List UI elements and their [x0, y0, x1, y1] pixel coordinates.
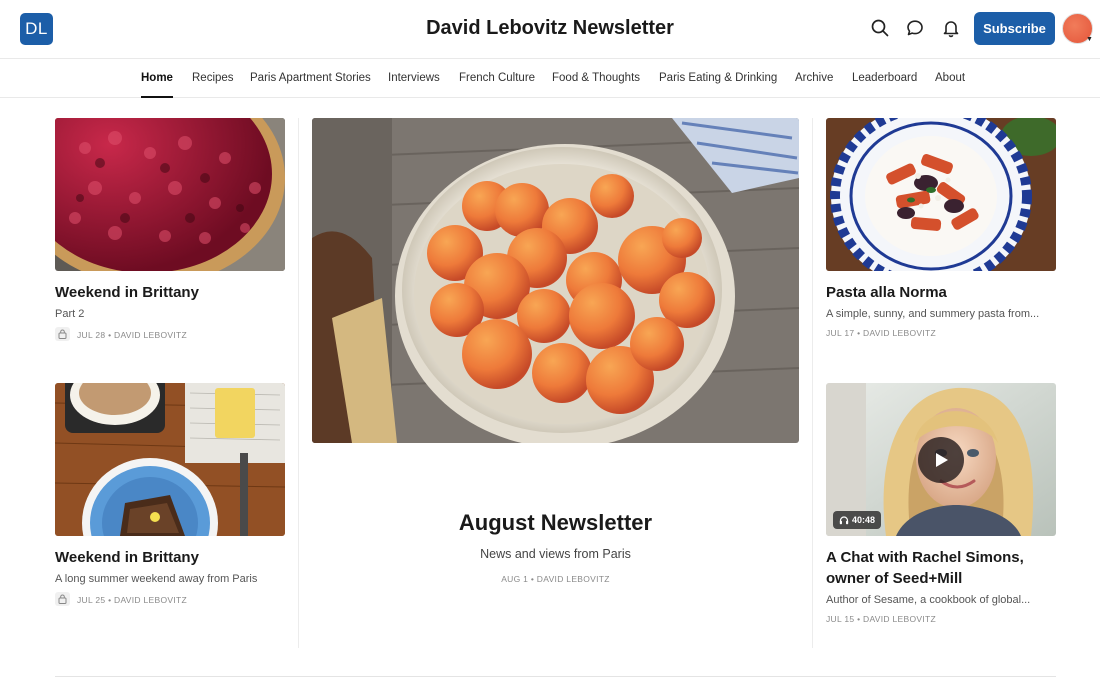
- nav-item-food-thoughts[interactable]: Food & Thoughts: [552, 72, 640, 84]
- post-meta: JUL 15 • DAVID LEBOVITZ: [826, 614, 937, 624]
- post-title[interactable]: Pasta alla Norma: [826, 282, 947, 303]
- post-subtitle: Author of Sesame, a cookbook of global..…: [826, 594, 1031, 606]
- lock-icon: [55, 327, 70, 341]
- active-tab-indicator: [141, 96, 173, 98]
- post-meta: JUL 17 • DAVID LEBOVITZ: [826, 328, 937, 338]
- subscribe-button[interactable]: Subscribe: [974, 12, 1055, 45]
- post-title-line: owner of Seed+Mill: [826, 570, 963, 587]
- headphones-icon: [839, 516, 849, 525]
- post-title-line: A Chat with Rachel Simons,: [826, 549, 1024, 566]
- featured-post-image-apricots[interactable]: [312, 118, 799, 443]
- post-thumbnail-coffee-cake[interactable]: [55, 383, 285, 536]
- duration-badge: 40:48: [833, 511, 882, 529]
- section-nav: Home Recipes Paris Apartment Stories Int…: [0, 58, 1100, 98]
- search-icon[interactable]: [870, 18, 890, 38]
- featured-post-meta: AUG 1 • DAVID LEBOVITZ: [501, 574, 610, 584]
- post-thumbnail-pasta[interactable]: [826, 118, 1056, 271]
- featured-post-title[interactable]: August Newsletter: [312, 510, 799, 536]
- post-subtitle: A long summer weekend away from Paris: [55, 573, 258, 585]
- featured-post-subtitle: News and views from Paris: [480, 547, 631, 561]
- site-header: DL David Lebovitz Newsletter Subscribe ▼: [0, 0, 1100, 58]
- column-divider: [812, 118, 813, 648]
- nav-item-home[interactable]: Home: [141, 72, 173, 84]
- post-subtitle: A simple, sunny, and summery pasta from.…: [826, 308, 1040, 320]
- post-title[interactable]: Weekend in Brittany: [55, 282, 199, 303]
- site-title: David Lebovitz Newsletter: [426, 17, 674, 39]
- post-title[interactable]: Weekend in Brittany: [55, 547, 199, 568]
- post-meta: JUL 25 • DAVID LEBOVITZ: [77, 595, 188, 605]
- site-logo[interactable]: DL: [20, 13, 53, 45]
- bell-icon[interactable]: [941, 18, 961, 38]
- post-meta: JUL 28 • DAVID LEBOVITZ: [77, 330, 188, 340]
- nav-item-leaderboard[interactable]: Leaderboard: [852, 72, 917, 84]
- column-divider: [298, 118, 299, 648]
- play-button[interactable]: [918, 437, 964, 483]
- nav-item-recipes[interactable]: Recipes: [192, 72, 234, 84]
- nav-item-french-culture[interactable]: French Culture: [459, 72, 535, 84]
- nav-item-archive[interactable]: Archive: [795, 72, 833, 84]
- nav-item-paris-apartment-stories[interactable]: Paris Apartment Stories: [250, 72, 371, 84]
- section-divider: [55, 676, 1056, 677]
- post-thumbnail-cherry-tart[interactable]: [55, 118, 285, 271]
- chat-icon[interactable]: [905, 18, 925, 38]
- chevron-down-icon[interactable]: ▼: [1086, 36, 1093, 43]
- post-subtitle: Part 2: [55, 308, 85, 320]
- post-title[interactable]: A Chat with Rachel Simons, owner of Seed…: [826, 547, 1024, 589]
- nav-item-about[interactable]: About: [935, 72, 965, 84]
- lock-icon: [55, 592, 70, 606]
- duration-text: 40:48: [852, 515, 876, 525]
- nav-item-paris-eating-drinking[interactable]: Paris Eating & Drinking: [659, 72, 777, 84]
- nav-item-interviews[interactable]: Interviews: [388, 72, 440, 84]
